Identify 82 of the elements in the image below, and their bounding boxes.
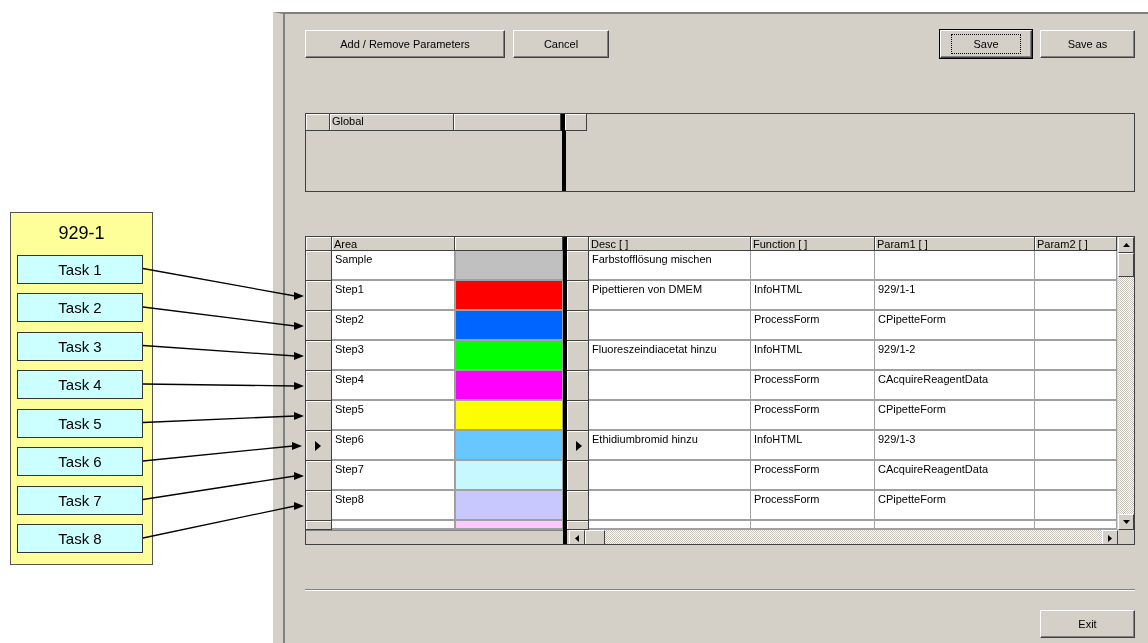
row-pointer-icon xyxy=(315,441,321,451)
table-cell: Step6 xyxy=(332,431,455,461)
table-cell: Ethidiumbromid hinzu xyxy=(589,431,751,461)
table-cell: ProcessForm xyxy=(751,491,875,521)
column-header[interactable]: Param1 [ ] xyxy=(875,237,1035,251)
task-box: Task 4 xyxy=(17,370,143,399)
table-cell: Step5 xyxy=(332,401,455,431)
row-header[interactable] xyxy=(567,461,589,491)
table-cell: Fluoreszeindiacetat hinzu xyxy=(589,341,751,371)
table-cell: Step1 xyxy=(332,281,455,311)
toolbar-button[interactable]: Add / Remove Parameters xyxy=(305,30,505,58)
column-header[interactable]: Param2 [ ] xyxy=(1035,237,1117,251)
table-cell: CAcquireReagentData xyxy=(875,461,1035,491)
scroll-up-button[interactable] xyxy=(1118,237,1134,253)
group-title: 929-1 xyxy=(57,222,106,245)
table-cell: Farbstofflösung mischen xyxy=(589,251,751,281)
task-box: Task 5 xyxy=(17,408,143,438)
column-header[interactable]: Area xyxy=(332,237,455,251)
row-pointer-icon xyxy=(576,441,582,451)
table-cell: CPipetteForm xyxy=(875,401,1035,431)
toolbar-button[interactable]: Save as xyxy=(1040,30,1135,58)
row-header[interactable] xyxy=(567,341,589,371)
table-cell: Step2 xyxy=(332,311,455,341)
table-cell: CPipetteForm xyxy=(875,491,1035,521)
task-box: Task 8 xyxy=(17,524,143,553)
row-header[interactable] xyxy=(306,491,332,521)
column-header[interactable]: Desc [ ] xyxy=(589,237,751,251)
scroll-thumb[interactable] xyxy=(1118,253,1134,277)
row-header[interactable] xyxy=(306,251,332,281)
task-box: Task 3 xyxy=(17,331,143,361)
triangle-right-icon xyxy=(1108,534,1112,542)
table-cell: ProcessForm xyxy=(751,371,875,401)
table-cell: CPipetteForm xyxy=(875,311,1035,341)
table-cell: 929/1-2 xyxy=(875,341,1035,371)
table-cell: Step4 xyxy=(332,371,455,401)
triangle-left-icon xyxy=(575,534,579,542)
row-header[interactable] xyxy=(306,401,332,431)
row-header[interactable] xyxy=(567,521,589,530)
table-cell: ProcessForm xyxy=(751,461,875,491)
row-header[interactable] xyxy=(306,281,332,311)
vertical-scrollbar[interactable] xyxy=(1118,237,1134,530)
row-header[interactable] xyxy=(306,371,332,401)
table-cell: Step3 xyxy=(332,341,455,371)
row-header[interactable] xyxy=(567,431,589,461)
task-box: Task 2 xyxy=(17,293,143,322)
table-cell: ProcessForm xyxy=(751,311,875,341)
scroll-left-button[interactable] xyxy=(569,530,585,544)
row-header[interactable] xyxy=(567,251,589,281)
row-header[interactable] xyxy=(567,281,589,311)
row-header[interactable] xyxy=(306,341,332,371)
scroll-down-button[interactable] xyxy=(1118,514,1134,530)
row-header[interactable] xyxy=(567,311,589,341)
task-box: Task 6 xyxy=(17,447,143,476)
toolbar-button[interactable]: Save xyxy=(940,30,1032,58)
table-cell: Step7 xyxy=(332,461,455,491)
row-header[interactable] xyxy=(306,521,332,530)
toolbar-button[interactable]: Cancel xyxy=(513,30,609,58)
column-header[interactable]: Function [ ] xyxy=(751,237,875,251)
exit-button[interactable]: Exit xyxy=(1040,610,1135,638)
row-header[interactable] xyxy=(567,401,589,431)
table-cell: Step8 xyxy=(332,491,455,521)
row-header[interactable] xyxy=(567,371,589,401)
table-cell: Sample xyxy=(332,251,455,281)
triangle-down-icon xyxy=(1122,520,1130,524)
column-header[interactable]: Global xyxy=(330,114,454,131)
table-cell: 929/1-1 xyxy=(875,281,1035,311)
task-box: Task 7 xyxy=(17,485,143,515)
table-cell: InfoHTML xyxy=(751,281,875,311)
row-header[interactable] xyxy=(306,431,332,461)
table-cell: InfoHTML xyxy=(751,341,875,371)
scroll-right-button[interactable] xyxy=(1102,530,1118,544)
table-cell: ProcessForm xyxy=(751,401,875,431)
triangle-up-icon xyxy=(1122,243,1130,247)
table-cell: InfoHTML xyxy=(751,431,875,461)
row-header[interactable] xyxy=(306,461,332,491)
table-cell: 929/1-3 xyxy=(875,431,1035,461)
scroll-thumb[interactable] xyxy=(585,530,605,544)
task-box: Task 1 xyxy=(17,254,143,284)
table-cell: Pipettieren von DMEM xyxy=(589,281,751,311)
row-header[interactable] xyxy=(567,491,589,521)
table-cell: CAcquireReagentData xyxy=(875,371,1035,401)
row-header[interactable] xyxy=(306,311,332,341)
